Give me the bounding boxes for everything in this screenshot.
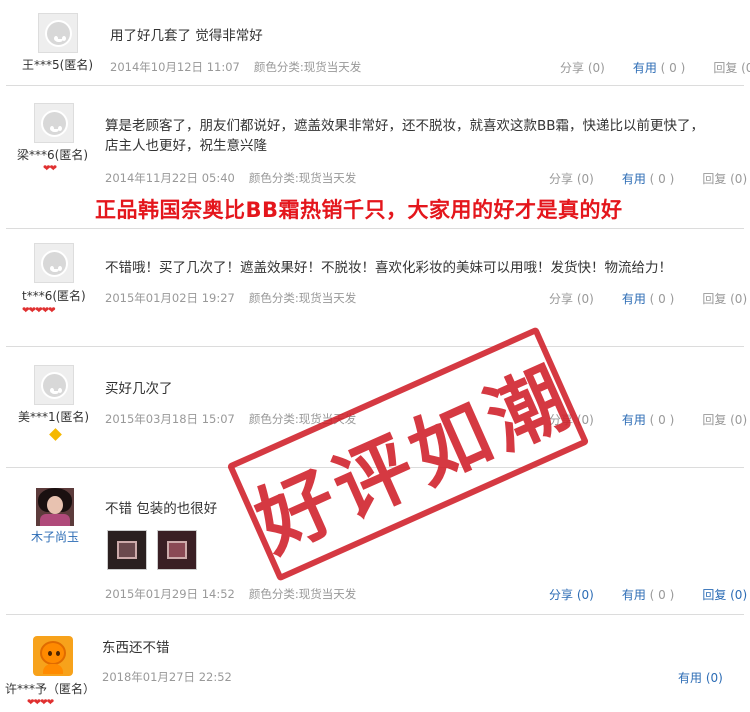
review-actions: 分享 (0) 有用 ( 0 ) 回复 (0) (549, 170, 747, 187)
useful-button[interactable]: 有用 (622, 586, 646, 603)
review-date: 2014年10月12日 11:07 (110, 60, 240, 74)
review-actions: 分享 (0) 有用 ( 0 ) 回复 (0) (549, 586, 747, 603)
promo-banner: 正品韩国奈奥比BB霜热销千只，大家用的好才是真的好 (95, 198, 623, 222)
useful-button[interactable]: 有用 (622, 170, 646, 187)
review-variant: 颜色分类:现货当天发 (248, 587, 357, 601)
divider (6, 85, 744, 86)
useful-count: ( 0 ) (649, 292, 675, 306)
avatar[interactable] (34, 243, 74, 283)
review-date: 2015年03月18日 15:07 (105, 412, 235, 426)
avatar-face-icon (41, 250, 68, 277)
stamp-text: 好评如潮 (243, 350, 588, 571)
reply-button[interactable]: 回复 (0) (713, 59, 750, 76)
useful-count: ( 0 ) (649, 413, 675, 427)
review-date: 2015年01月02日 19:27 (105, 291, 235, 305)
reply-button[interactable]: 回复 (0) (702, 586, 747, 603)
avatar[interactable] (33, 636, 73, 676)
review-meta: 2014年10月12日 11:07 颜色分类:现货当天发 (110, 59, 361, 75)
user-name: 王***5(匿名) (22, 58, 93, 72)
reply-button[interactable]: 回复 (0) (702, 170, 747, 187)
useful-button[interactable]: 有用 (622, 411, 646, 428)
review-content: 不错哦！买了几次了！遮盖效果好！不脱妆！喜欢化彩妆的美妹可以用哦！发货快！物流给… (105, 260, 672, 276)
useful-count: ( 0 ) (649, 588, 675, 602)
review-meta: 2014年11月22日 05:40 颜色分类:现货当天发 (105, 170, 356, 186)
avatar-face-icon (41, 372, 68, 399)
user-name: 梁***6(匿名) (17, 148, 88, 162)
reply-button[interactable]: 回复 (0) (702, 290, 747, 307)
useful-count: ( 0 ) (649, 172, 675, 186)
review-content: 买好几次了 (105, 381, 173, 397)
review-photo-thumbnail[interactable] (157, 530, 197, 570)
review-content-line2: 店主人也更好，祝生意兴隆 (105, 138, 267, 154)
review-content: 不错 包装的也很好 (105, 501, 218, 517)
share-button[interactable]: 分享 (0) (549, 586, 594, 603)
user-name: t***6(匿名) (22, 289, 86, 303)
review-actions: 有用 (0) (678, 669, 723, 686)
review-meta: 2015年01月29日 14:52 颜色分类:现货当天发 (105, 586, 356, 602)
review-meta: 2015年01月02日 19:27 颜色分类:现货当天发 (105, 290, 356, 306)
review-actions: 分享 (0) 有用 ( 0 ) 回复 (0) (549, 290, 747, 307)
review-variant: 颜色分类:现货当天发 (248, 291, 357, 305)
review-date: 2015年01月29日 14:52 (105, 587, 235, 601)
useful-count: ( 0 ) (660, 61, 686, 75)
avatar[interactable] (34, 103, 74, 143)
review-content: 东西还不错 (102, 640, 170, 656)
useful-button[interactable]: 有用 (633, 59, 657, 76)
stamp-seal: 好评如潮 (226, 326, 590, 582)
review-actions: 分享 (0) 有用 ( 0 ) 回复 (0) (560, 59, 750, 76)
avatar-face-icon (41, 110, 68, 137)
user-name: 许***予（匿名） (5, 682, 96, 696)
review-content: 用了好几套了 觉得非常好 (110, 28, 263, 44)
review-variant: 颜色分类:现货当天发 (248, 171, 357, 185)
share-button[interactable]: 分享 (0) (549, 170, 594, 187)
avatar[interactable] (34, 365, 74, 405)
divider (6, 346, 744, 347)
avatar[interactable] (38, 13, 78, 53)
review-photo-thumbnail[interactable] (107, 530, 147, 570)
user-name: 美***1(匿名) (18, 410, 89, 424)
useful-button[interactable]: 有用 (622, 290, 646, 307)
share-button[interactable]: 分享 (0) (549, 290, 594, 307)
heart-icon: ❤❤❤❤ (27, 698, 54, 708)
review-date: 2014年11月22日 05:40 (105, 171, 235, 185)
heart-icon: ❤❤❤❤❤ (22, 306, 56, 316)
reply-button[interactable]: 回复 (0) (702, 411, 747, 428)
review-date: 2018年01月27日 22:52 (102, 670, 232, 684)
divider (6, 614, 744, 615)
useful-button[interactable]: 有用 (0) (678, 669, 723, 686)
heart-icon: ❤❤ (43, 164, 57, 174)
review-variant: 颜色分类:现货当天发 (253, 60, 362, 74)
share-button[interactable]: 分享 (0) (560, 59, 605, 76)
user-name-link[interactable]: 木子尚玉 (31, 528, 79, 545)
avatar[interactable] (36, 488, 74, 526)
diamond-icon (49, 428, 62, 441)
divider (6, 228, 744, 229)
avatar-face-icon (45, 20, 72, 47)
